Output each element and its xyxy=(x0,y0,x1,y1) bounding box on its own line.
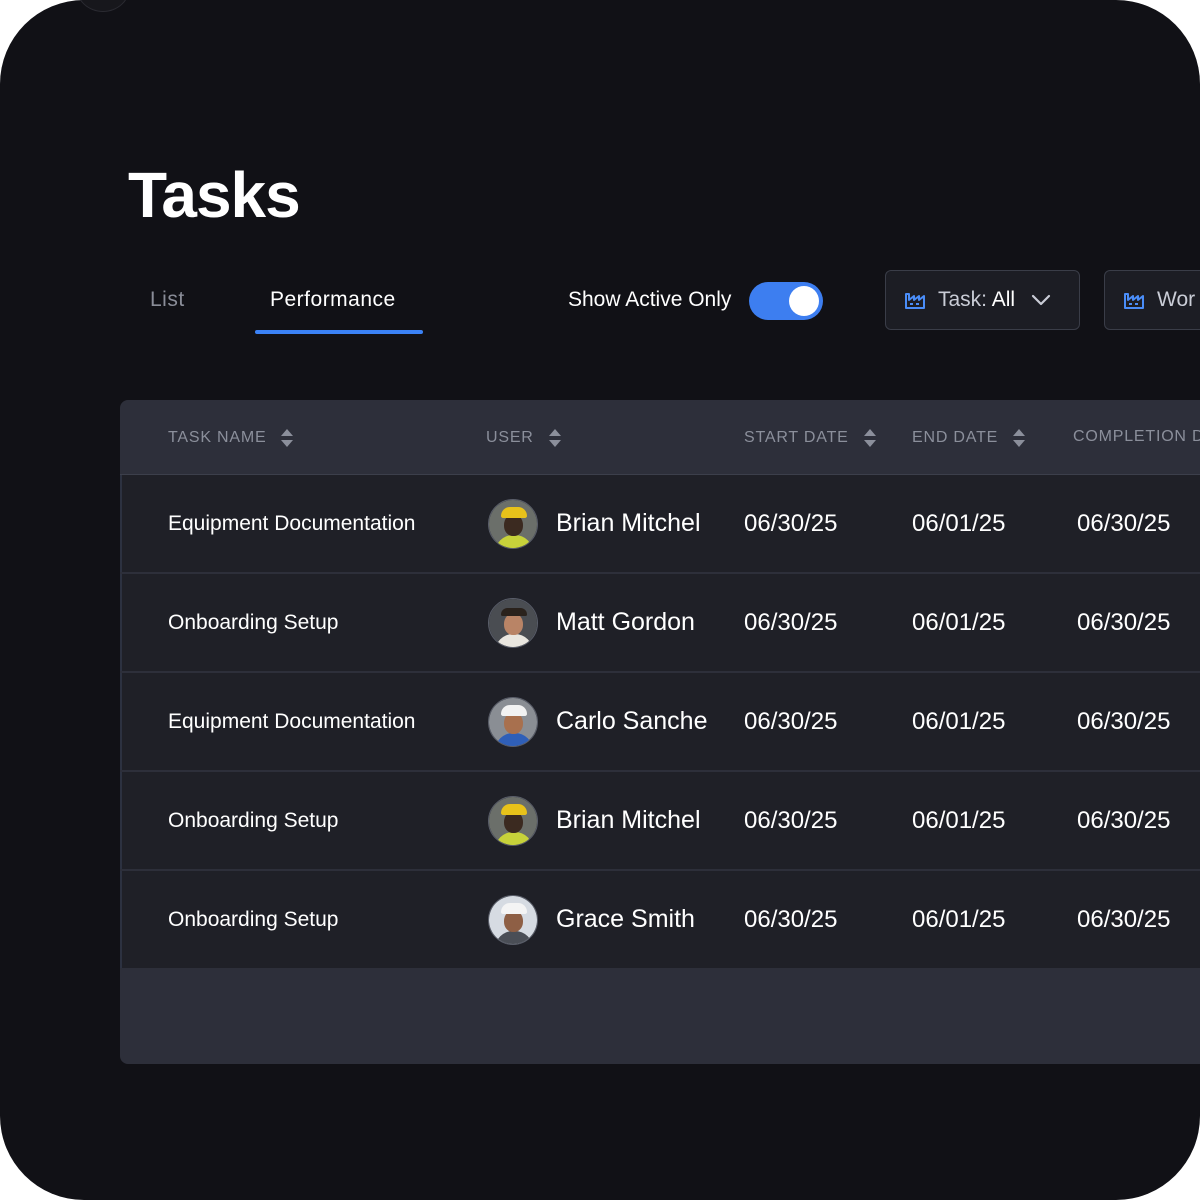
avatar xyxy=(488,696,538,747)
table-header: TASK NAME USER START DATE END DATE COMPL… xyxy=(120,400,1200,475)
table-row[interactable]: Onboarding Setup Grace Smith 06/30/25 06… xyxy=(120,871,1200,968)
task-filter-dropdown[interactable]: Task: All xyxy=(885,270,1080,330)
end-date-cell: 06/01/25 xyxy=(912,608,1006,636)
task-name-cell: Onboarding Setup xyxy=(168,610,339,634)
start-date-cell: 06/30/25 xyxy=(744,509,838,537)
work-filter-label: Wor xyxy=(1157,288,1196,311)
task-name-cell: Equipment Documentation xyxy=(168,511,416,535)
table-row[interactable]: Onboarding Setup Brian Mitchel 06/30/25 … xyxy=(120,772,1200,869)
user-cell: Brian Mitchel xyxy=(488,772,701,869)
task-filter-value: All xyxy=(991,288,1016,311)
tab-list[interactable]: List xyxy=(150,288,185,312)
active-tab-indicator xyxy=(255,330,423,334)
user-name: Brian Mitchel xyxy=(556,509,701,537)
task-filter-label: Task: All xyxy=(938,288,1015,312)
column-header-completion-date[interactable]: COMPLETION D xyxy=(1073,428,1200,446)
user-name: Grace Smith xyxy=(556,905,695,933)
user-name: Matt Gordon xyxy=(556,608,695,636)
end-date-cell: 06/01/25 xyxy=(912,707,1006,735)
start-date-cell: 06/30/25 xyxy=(744,608,838,636)
app-window: Tasks List Performance Show Active Only … xyxy=(0,0,1200,1200)
column-header-label: COMPLETION D xyxy=(1073,428,1200,445)
column-header-start-date[interactable]: START DATE xyxy=(744,428,877,448)
start-date-cell: 06/30/25 xyxy=(744,707,838,735)
show-active-only-toggle[interactable] xyxy=(749,282,823,320)
sort-icon xyxy=(1013,429,1026,447)
column-header-label: TASK NAME xyxy=(168,429,267,446)
end-date-cell: 06/01/25 xyxy=(912,509,1006,537)
completion-date-cell: 06/30/25 xyxy=(1077,509,1171,537)
page-title: Tasks xyxy=(128,159,301,231)
table-row[interactable]: Onboarding Setup Matt Gordon 06/30/25 06… xyxy=(120,574,1200,671)
avatar xyxy=(488,597,538,648)
user-name: Carlo Sanche xyxy=(556,707,708,735)
work-filter-dropdown[interactable]: Wor xyxy=(1104,270,1200,330)
end-date-cell: 06/01/25 xyxy=(912,806,1006,834)
chevron-down-icon xyxy=(1031,294,1051,306)
column-header-label: END DATE xyxy=(912,429,999,446)
user-cell: Matt Gordon xyxy=(488,574,695,671)
sort-icon xyxy=(281,429,294,447)
avatar xyxy=(488,795,538,846)
user-cell: Carlo Sanche xyxy=(488,673,707,770)
user-cell: Grace Smith xyxy=(488,871,695,968)
column-header-end-date[interactable]: END DATE xyxy=(912,428,1026,448)
task-name-cell: Onboarding Setup xyxy=(168,907,339,931)
column-header-label: USER xyxy=(486,429,534,446)
factory-icon xyxy=(905,293,925,309)
tab-performance[interactable]: Performance xyxy=(270,288,396,312)
completion-date-cell: 06/30/25 xyxy=(1077,707,1171,735)
end-date-cell: 06/01/25 xyxy=(912,905,1006,933)
user-name: Brian Mitchel xyxy=(556,806,701,834)
column-header-label: START DATE xyxy=(744,429,849,446)
show-active-only-label: Show Active Only xyxy=(568,288,732,311)
toggle-knob xyxy=(789,286,819,316)
completion-date-cell: 06/30/25 xyxy=(1077,608,1171,636)
task-filter-prefix: Task: xyxy=(938,288,988,311)
factory-icon xyxy=(1124,293,1144,309)
sort-icon xyxy=(548,429,561,447)
completion-date-cell: 06/30/25 xyxy=(1077,905,1171,933)
user-cell: Brian Mitchel xyxy=(488,475,701,572)
table-row[interactable]: Equipment Documentation Carlo Sanche 06/… xyxy=(120,673,1200,770)
start-date-cell: 06/30/25 xyxy=(744,905,838,933)
start-date-cell: 06/30/25 xyxy=(744,806,838,834)
task-name-cell: Equipment Documentation xyxy=(168,709,416,733)
avatar xyxy=(488,894,538,945)
tasks-table: TASK NAME USER START DATE END DATE COMPL… xyxy=(120,400,1200,1064)
camera-dot xyxy=(76,0,130,12)
avatar xyxy=(488,498,538,549)
task-name-cell: Onboarding Setup xyxy=(168,808,339,832)
table-row[interactable]: Equipment Documentation Brian Mitchel 06… xyxy=(120,475,1200,572)
column-header-user[interactable]: USER xyxy=(486,428,562,448)
column-header-task-name[interactable]: TASK NAME xyxy=(168,428,294,448)
completion-date-cell: 06/30/25 xyxy=(1077,806,1171,834)
sort-icon xyxy=(863,429,876,447)
